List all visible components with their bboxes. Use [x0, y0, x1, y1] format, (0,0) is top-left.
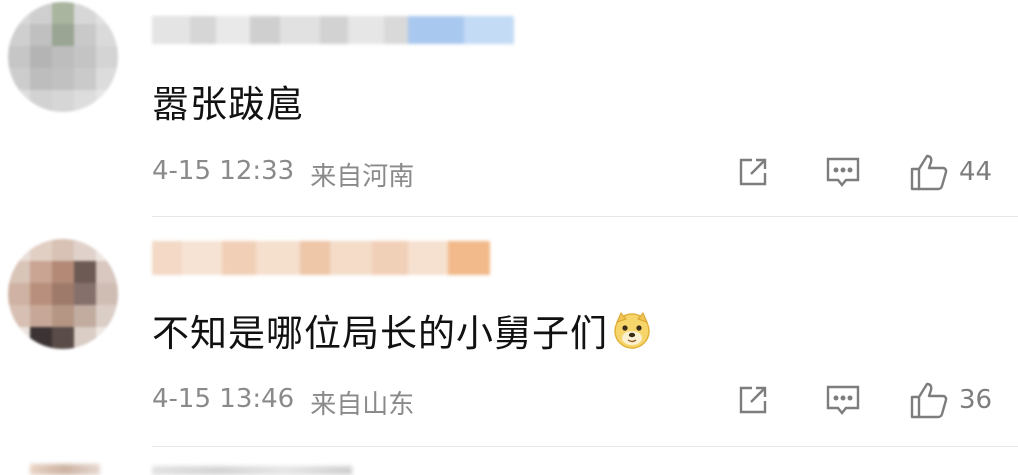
divider	[152, 446, 1018, 447]
username-blurred[interactable]	[152, 241, 490, 275]
comment-meta: 4-15 13:46 来自山东	[152, 384, 414, 421]
like-count: 44	[959, 157, 993, 187]
avatar-partial	[30, 464, 100, 475]
share-icon	[739, 386, 767, 414]
reply-button[interactable]	[823, 378, 863, 422]
avatar[interactable]	[8, 2, 118, 112]
share-button[interactable]	[733, 378, 773, 422]
like-button[interactable]: 36	[909, 380, 992, 420]
comment-meta: 4-15 12:33 来自河南	[152, 156, 414, 193]
share-icon	[739, 158, 767, 186]
comment-location: 来自河南	[310, 162, 415, 192]
thumbs-up-icon	[910, 382, 948, 419]
username-blurred[interactable]	[152, 16, 514, 44]
comment-text: 不知是哪位局长的小舅子们	[152, 303, 652, 357]
like-count: 36	[959, 385, 993, 415]
comment-date: 4-15 13:46	[152, 384, 295, 414]
comment-icon	[826, 385, 860, 415]
comment-location: 来自山东	[310, 390, 415, 420]
avatar[interactable]	[8, 239, 118, 349]
comment-actions: 44	[733, 150, 992, 194]
username-blurred-partial	[152, 466, 352, 475]
like-button[interactable]: 44	[909, 152, 992, 192]
comment-text: 嚣张跋扈	[152, 83, 304, 126]
reply-button[interactable]	[823, 150, 863, 194]
share-button[interactable]	[733, 150, 773, 194]
comment-icon	[826, 157, 860, 187]
comment-date: 4-15 12:33	[152, 156, 295, 186]
comment-actions: 36	[733, 378, 992, 422]
doge-emoji-icon	[614, 312, 650, 349]
thumbs-up-icon	[910, 154, 948, 191]
comment-item: 嚣张跋扈 4-15 12:33 来自河南 44	[0, 0, 1018, 215]
comment-text-content: 不知是哪位局长的小舅子们	[152, 312, 608, 355]
comment-item: 不知是哪位局长的小舅子们 4-15 13:46 来自山东 36	[0, 217, 1018, 445]
